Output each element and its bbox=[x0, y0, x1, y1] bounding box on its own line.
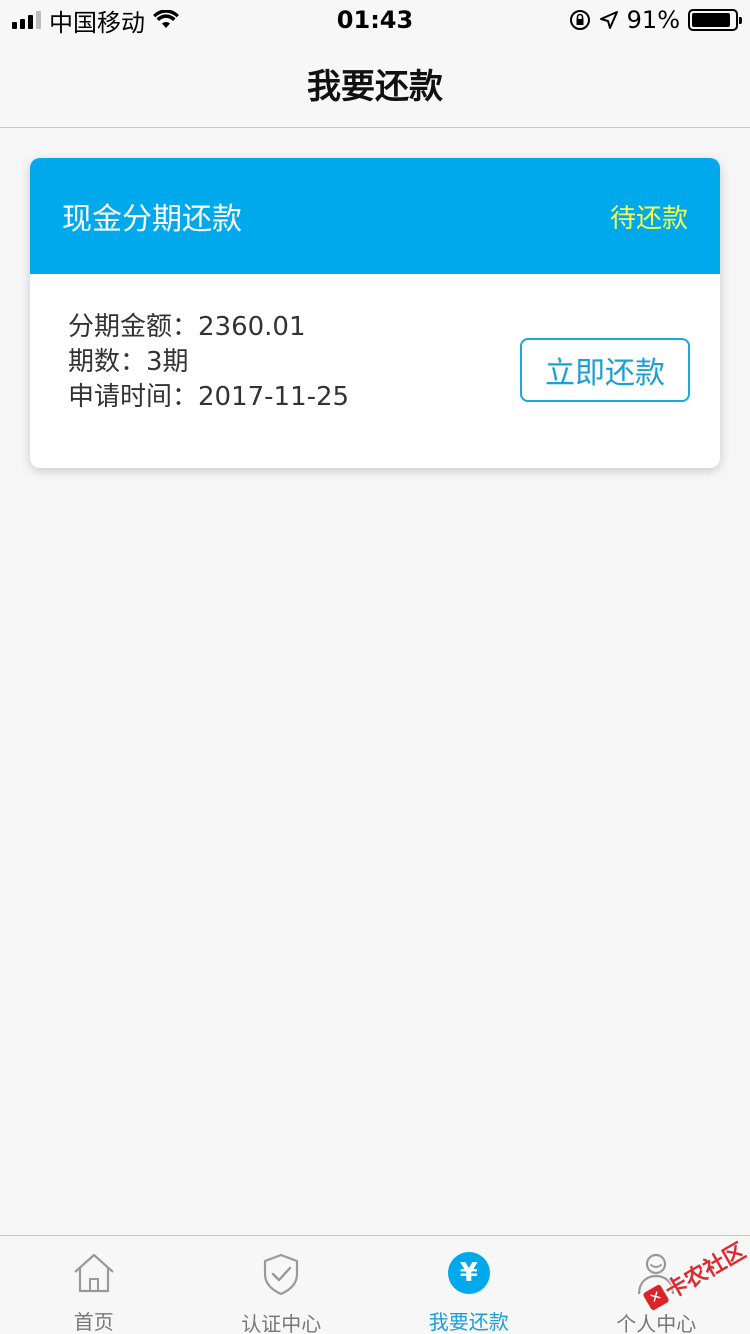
card-header: 现金分期还款 待还款 bbox=[30, 158, 720, 274]
yen-icon: ¥ bbox=[446, 1252, 492, 1294]
status-left: 中国移动 bbox=[12, 3, 179, 38]
card-body: 分期金额：2360.01 期数：3期 申请时间：2017-11-25 立即还款 bbox=[30, 274, 720, 468]
status-right: 91% bbox=[569, 6, 742, 34]
status-badge: 待还款 bbox=[609, 203, 688, 234]
card-title: 现金分期还款 bbox=[62, 202, 242, 237]
battery-icon bbox=[688, 9, 742, 31]
status-bar: 中国移动 01:43 91% bbox=[0, 0, 750, 40]
wifi-icon bbox=[153, 10, 179, 28]
repay-now-button[interactable]: 立即还款 bbox=[520, 338, 690, 402]
tab-certification[interactable]: 认证中心 bbox=[188, 1236, 376, 1334]
battery-level bbox=[692, 13, 731, 27]
battery-percent: 91% bbox=[626, 6, 680, 34]
navigation-bar: 我要还款 bbox=[0, 40, 750, 128]
tab-repayment[interactable]: ¥ 我要还款 bbox=[375, 1236, 563, 1334]
tab-label: 我要还款 bbox=[428, 1310, 509, 1334]
tab-home[interactable]: 首页 bbox=[0, 1236, 188, 1334]
carrier-name: 中国移动 bbox=[49, 8, 145, 37]
cellular-signal-icon bbox=[12, 11, 41, 29]
page-title: 我要还款 bbox=[307, 67, 443, 107]
shield-check-icon bbox=[258, 1252, 304, 1296]
location-arrow-icon bbox=[599, 11, 618, 29]
home-icon bbox=[71, 1252, 117, 1294]
tab-label: 认证中心 bbox=[241, 1312, 322, 1334]
tab-label: 首页 bbox=[73, 1310, 114, 1334]
orientation-lock-icon bbox=[569, 10, 590, 30]
repayment-card: 现金分期还款 待还款 分期金额：2360.01 期数：3期 申请时间：2017-… bbox=[30, 158, 720, 468]
